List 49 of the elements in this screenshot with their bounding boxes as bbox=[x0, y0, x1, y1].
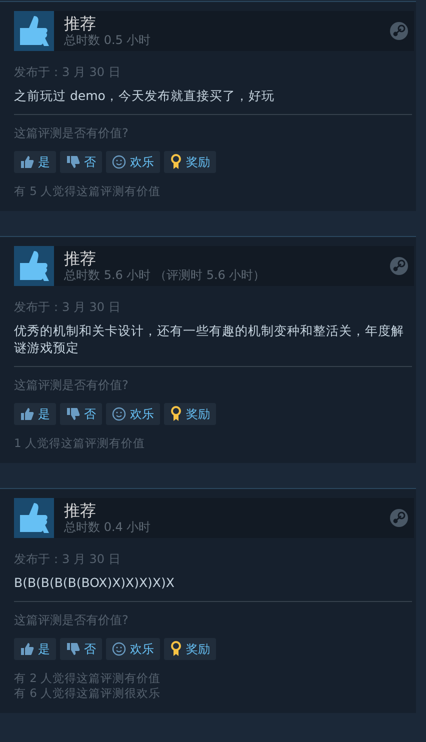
vote-count-text: 有 5 人觉得这篇评测有价值 bbox=[14, 184, 162, 199]
recommendation-title: 推荐 bbox=[64, 501, 97, 520]
no-button[interactable]: 否 bbox=[60, 403, 102, 425]
thumbs-down-icon bbox=[66, 407, 80, 421]
smiley-icon bbox=[112, 155, 126, 169]
recommendation-title: 推荐 bbox=[64, 14, 97, 33]
helpful-question: 这篇评测是否有价值? bbox=[14, 612, 130, 629]
review-text: 之前玩过 demo，今天发布就直接买了，好玩 bbox=[14, 87, 276, 104]
review-text: B(B(B(B(B(BOX)X)X)X)X)X bbox=[14, 574, 176, 591]
thumbs-up-icon bbox=[20, 642, 34, 656]
award-icon bbox=[170, 154, 182, 170]
smiley-icon bbox=[112, 642, 126, 656]
no-button[interactable]: 否 bbox=[60, 151, 102, 173]
posted-date: 发布于：3 月 30 日 bbox=[14, 551, 122, 568]
award-button[interactable]: 奖励 bbox=[164, 403, 216, 425]
playtime-text: 总时数 0.5 小时 bbox=[64, 33, 152, 48]
yes-button[interactable]: 是 bbox=[14, 403, 56, 425]
thumbs-up-icon bbox=[14, 246, 54, 286]
vote-count-text: 有 6 人觉得这篇评测很欢乐 bbox=[14, 686, 162, 701]
thumbs-up-icon bbox=[14, 11, 54, 51]
yes-button[interactable]: 是 bbox=[14, 151, 56, 173]
award-button[interactable]: 奖励 bbox=[164, 151, 216, 173]
no-button[interactable]: 否 bbox=[60, 638, 102, 660]
funny-button[interactable]: 欢乐 bbox=[106, 403, 160, 425]
playtime-text: 总时数 5.6 小时 （评测时 5.6 小时） bbox=[64, 268, 266, 283]
smiley-icon bbox=[112, 407, 126, 421]
award-icon bbox=[170, 641, 182, 657]
review-text: 优秀的机制和关卡设计，还有一些有趣的机制变种和整活关，年度解谜游戏预定 bbox=[14, 322, 404, 356]
yes-button[interactable]: 是 bbox=[14, 638, 56, 660]
steam-logo-icon bbox=[390, 22, 408, 40]
award-icon bbox=[170, 406, 182, 422]
funny-button[interactable]: 欢乐 bbox=[106, 151, 160, 173]
vote-count-text: 有 2 人觉得这篇评测有价值 bbox=[14, 671, 162, 686]
thumbs-up-icon bbox=[20, 155, 34, 169]
recommendation-title: 推荐 bbox=[64, 249, 97, 268]
vote-count-text: 1 人觉得这篇评测有价值 bbox=[14, 436, 146, 451]
helpful-question: 这篇评测是否有价值? bbox=[14, 125, 130, 142]
thumbs-down-icon bbox=[66, 155, 80, 169]
thumbs-up-icon bbox=[20, 407, 34, 421]
funny-button[interactable]: 欢乐 bbox=[106, 638, 160, 660]
helpful-question: 这篇评测是否有价值? bbox=[14, 377, 130, 394]
steam-logo-icon bbox=[390, 509, 408, 527]
posted-date: 发布于：3 月 30 日 bbox=[14, 64, 122, 81]
playtime-text: 总时数 0.4 小时 bbox=[64, 520, 152, 535]
thumbs-up-icon bbox=[14, 498, 54, 538]
thumbs-down-icon bbox=[66, 642, 80, 656]
steam-logo-icon bbox=[390, 257, 408, 275]
award-button[interactable]: 奖励 bbox=[164, 638, 216, 660]
posted-date: 发布于：3 月 30 日 bbox=[14, 299, 122, 316]
